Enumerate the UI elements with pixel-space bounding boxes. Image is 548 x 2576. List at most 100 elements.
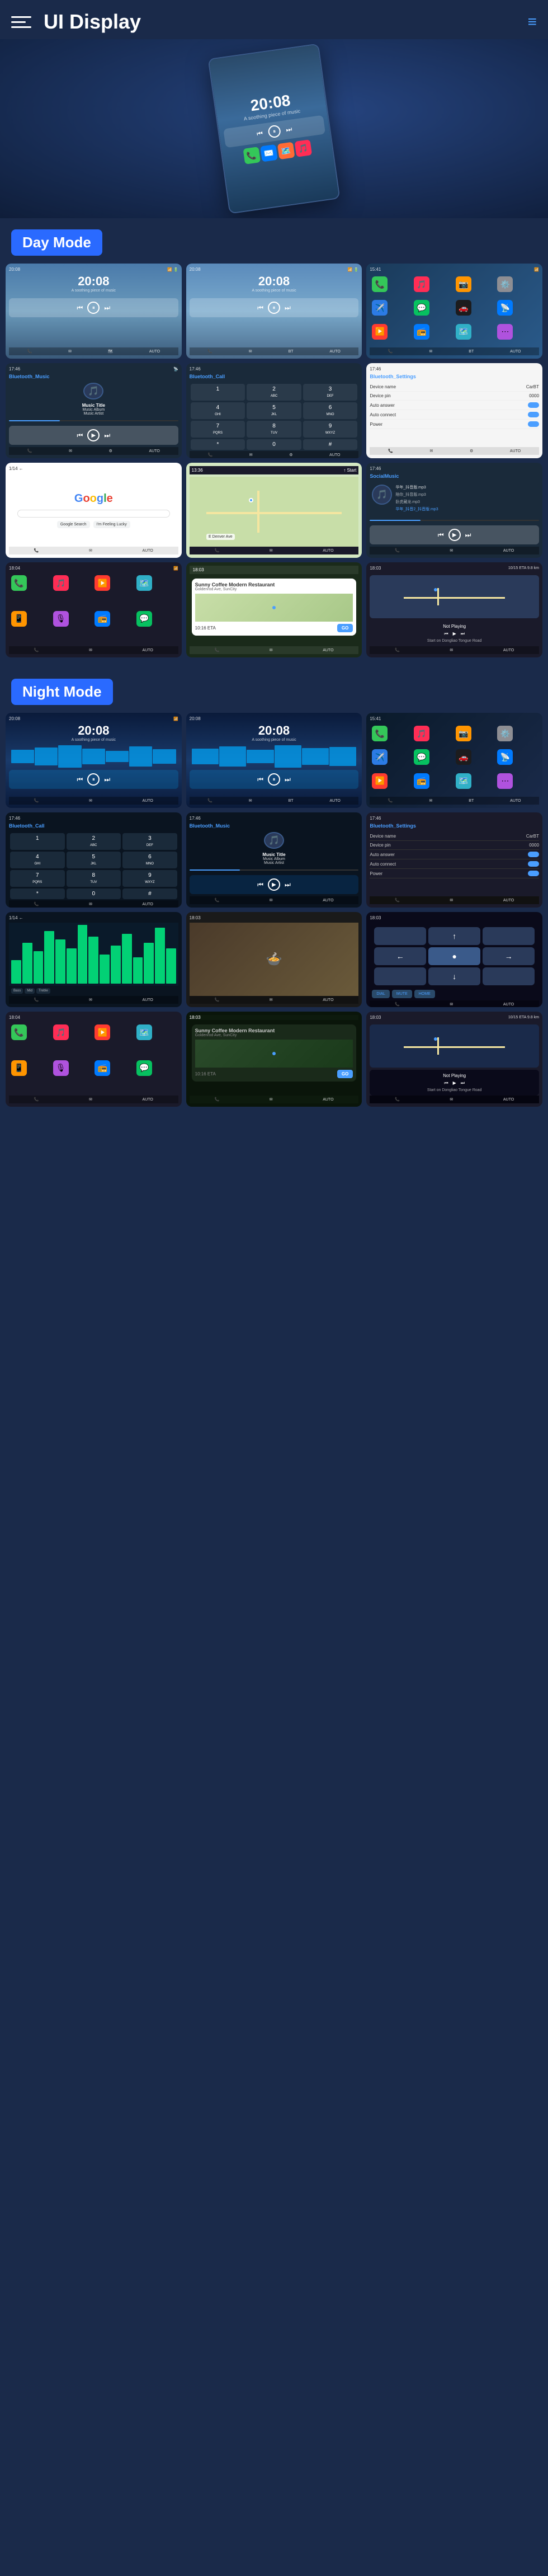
- app-mail[interactable]: ✉️: [260, 144, 278, 162]
- social-play[interactable]: ▶: [448, 529, 461, 541]
- n-app-yt[interactable]: ▶️: [372, 773, 388, 789]
- app-photo-grid[interactable]: 📷: [456, 276, 471, 292]
- screen-bt-settings[interactable]: 17:46 Bluetooth_Settings Device name Car…: [366, 363, 542, 458]
- app-nav[interactable]: 🗺️: [277, 142, 295, 160]
- screen-carplay-nav[interactable]: 18:03 10/15 ETA 9.8 km Not Playing ⏮ ▶ ⏭…: [366, 562, 542, 657]
- prev-night-1[interactable]: ⏮: [77, 775, 83, 784]
- next-btn-day-1[interactable]: ⏭: [104, 304, 110, 312]
- social-next[interactable]: ⏭: [465, 531, 471, 539]
- screen-social-music[interactable]: 17:46 SocialMusic 🎵 华年_抖音版.mp3 陪你_抖音版.mp…: [366, 463, 542, 558]
- app-music[interactable]: 🎵: [294, 139, 312, 157]
- play-button[interactable]: ⏸: [267, 125, 281, 139]
- auto-connect-toggle[interactable]: [528, 412, 539, 417]
- dial-3[interactable]: 3DEF: [303, 384, 358, 401]
- cn-app-podcast[interactable]: 🎙: [53, 1060, 69, 1076]
- google-search-bar[interactable]: [17, 510, 169, 518]
- app-phone-grid[interactable]: 📞: [372, 276, 388, 292]
- n-dial-5[interactable]: 5JKL: [67, 852, 121, 868]
- app-telegram-grid[interactable]: ✈️: [372, 300, 388, 316]
- nav-action-1[interactable]: DIAL: [372, 990, 390, 998]
- bt-play-night[interactable]: ▶: [268, 878, 280, 891]
- n-app-music[interactable]: 🎵: [414, 726, 429, 741]
- screen-google[interactable]: 1/14 ← Google Google Search I'm Feeling …: [6, 463, 182, 558]
- app-vehiclecar-grid[interactable]: 🚗: [456, 300, 471, 316]
- screen-carplay-apps[interactable]: 18:04 📶 📞 🎵 ▶️ 🗺️ 📱 🎙 📻 💬 📞: [6, 562, 182, 657]
- cn-app-wechat[interactable]: 💬: [136, 1060, 152, 1076]
- n-app-bt[interactable]: 📡: [497, 749, 513, 765]
- nav-prev-night[interactable]: ⏮: [444, 1080, 448, 1086]
- screen-nav-arrows[interactable]: 18:03 ↑ ← ● → ↓ DIAL: [366, 912, 542, 1007]
- screen-apps-night[interactable]: 15:41 📞 🎵 📷 ⚙️ ✈️ 💬 🚗 📡 ▶️ 📻 🗺️ ⋯: [366, 713, 542, 808]
- app-wechat-grid[interactable]: 💬: [414, 300, 429, 316]
- n-app-settings[interactable]: ⚙️: [497, 726, 513, 741]
- dial-9[interactable]: 9WXYZ: [303, 421, 358, 438]
- nav-action-3[interactable]: HOME: [414, 990, 435, 998]
- prev-btn-day-2[interactable]: ⏮: [257, 304, 263, 312]
- screen-bt-music-night[interactable]: 17:46 Bluetooth_Music 🎵 Music Title Musi…: [186, 812, 362, 908]
- bt-prev-night[interactable]: ⏮: [257, 881, 263, 889]
- dial-2[interactable]: 2ABC: [247, 384, 301, 401]
- n-auto-connect-toggle[interactable]: [528, 861, 539, 867]
- app-music-grid[interactable]: 🎵: [414, 276, 429, 292]
- go-button-night[interactable]: GO: [337, 1070, 353, 1078]
- app-maps-grid[interactable]: 🗺️: [456, 324, 471, 340]
- screen-music-day-2[interactable]: 20:08 📶 🔋 20:08 A soothing piece of musi…: [186, 264, 362, 359]
- screen-music-night-2[interactable]: 20:08 20:08 A soothing piece of music ⏮ …: [186, 713, 362, 808]
- cp-app-music[interactable]: 🎵: [53, 575, 69, 591]
- nav-play[interactable]: ▶: [453, 631, 456, 637]
- app-settings-grid[interactable]: ⚙️: [497, 276, 513, 292]
- hamburger-icon[interactable]: [11, 11, 34, 33]
- dial-4[interactable]: 4GHI: [191, 402, 245, 419]
- auto-answer-toggle[interactable]: [528, 402, 539, 408]
- next-night-2[interactable]: ⏭: [285, 775, 291, 784]
- prev-icon[interactable]: ⏮: [256, 129, 263, 138]
- app-more-grid[interactable]: ⋯: [497, 324, 513, 340]
- n-app-more[interactable]: ⋯: [497, 773, 513, 789]
- screen-bt-call-night[interactable]: 17:46 Bluetooth_Call 1 2ABC 3DEF 4GHI 5J…: [6, 812, 182, 908]
- next-night-1[interactable]: ⏭: [104, 775, 110, 784]
- cn-app-radio[interactable]: 📻: [95, 1060, 110, 1076]
- n-dial-9[interactable]: 9WXYZ: [122, 870, 177, 887]
- play-night-2[interactable]: ⏸: [268, 773, 280, 786]
- arrow-tr[interactable]: [483, 927, 535, 945]
- app-yt-grid[interactable]: ▶️: [372, 324, 388, 340]
- arrow-tl[interactable]: [374, 927, 426, 945]
- n-app-phone[interactable]: 📞: [372, 726, 388, 741]
- n-app-radio[interactable]: 📻: [414, 773, 429, 789]
- arrow-right[interactable]: →: [483, 947, 535, 965]
- screen-music-day-1[interactable]: 20:08 📶 🔋 20:08 A soothing piece of musi…: [6, 264, 182, 359]
- screen-music-night-1[interactable]: 20:08 📶 20:08 A soothing piece of music: [6, 713, 182, 808]
- arrow-left[interactable]: ←: [374, 947, 426, 965]
- arrow-bl[interactable]: [374, 967, 426, 985]
- arrow-down[interactable]: ↓: [428, 967, 480, 985]
- cn-app-yt[interactable]: ▶️: [95, 1024, 110, 1040]
- n-dial-6[interactable]: 6MNO: [122, 852, 177, 868]
- nav-prev[interactable]: ⏮: [444, 631, 448, 637]
- n-power-toggle[interactable]: [528, 871, 539, 876]
- screen-carplay-coffee[interactable]: 18:03 Sunny Coffee Modern Restaurant Gol…: [186, 562, 362, 657]
- cp-app-orange[interactable]: 📱: [11, 611, 27, 627]
- n-dial-7[interactable]: 7PQRS: [10, 870, 65, 887]
- n-dial-2[interactable]: 2ABC: [67, 833, 121, 850]
- screen-food[interactable]: 18:03 🍲 📞 ✉ AUTO: [186, 912, 362, 1007]
- next-btn-day-2[interactable]: ⏭: [285, 304, 291, 312]
- arrow-center[interactable]: ●: [428, 947, 480, 965]
- dial-6[interactable]: 6MNO: [303, 402, 358, 419]
- screen-apps-day[interactable]: 15:41 📶 📞 🎵 📷 ⚙️ ✈️ 💬 🚗 📡 ▶️ 📻: [366, 264, 542, 359]
- n-dial-star[interactable]: *: [10, 889, 65, 899]
- n-app-telegram[interactable]: ✈️: [372, 749, 388, 765]
- arrow-br[interactable]: [483, 967, 535, 985]
- n-dial-3[interactable]: 3DEF: [122, 833, 177, 850]
- prev-btn-day-1[interactable]: ⏮: [77, 304, 83, 312]
- cp-app-yt[interactable]: ▶️: [95, 575, 110, 591]
- n-app-car[interactable]: 🚗: [456, 749, 471, 765]
- bt-prev[interactable]: ⏮: [77, 431, 83, 440]
- n-app-wechat[interactable]: 💬: [414, 749, 429, 765]
- n-dial-4[interactable]: 4GHI: [10, 852, 65, 868]
- n-dial-hash[interactable]: #: [122, 889, 177, 899]
- n-auto-answer-toggle[interactable]: [528, 852, 539, 857]
- nav-next-night[interactable]: ⏭: [461, 1080, 465, 1086]
- play-night-1[interactable]: ⏸: [87, 773, 100, 786]
- prev-night-2[interactable]: ⏮: [257, 775, 263, 784]
- n-dial-0[interactable]: 0: [67, 889, 121, 899]
